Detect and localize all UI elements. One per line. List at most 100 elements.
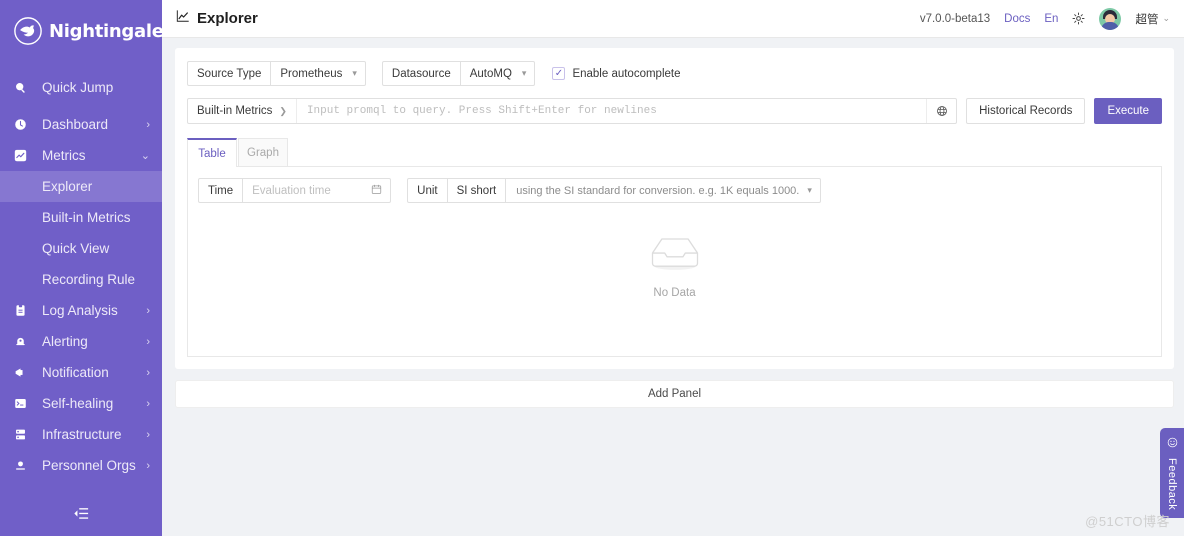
promql-row: Built-in Metrics ❯ Historical Re [187, 98, 1162, 124]
chevron-right-icon: › [146, 428, 150, 441]
search-icon [14, 81, 34, 94]
sidebar-item-explorer[interactable]: Explorer [0, 171, 162, 202]
calendar-icon [371, 182, 382, 200]
chevron-right-icon: › [146, 459, 150, 472]
unit-value[interactable]: SI short [447, 178, 507, 203]
sidebar-item-recording-rule[interactable]: Recording Rule [0, 264, 162, 295]
chevron-right-icon: › [146, 118, 150, 131]
sidebar: Nightingale Quick Jump Dashboard › Metri… [0, 0, 164, 536]
content-area: Source Type Prometheus ▾ Datasource Auto… [162, 38, 1184, 536]
unit-select[interactable]: using the SI standard for conversion. e.… [506, 178, 821, 203]
chevron-down-icon: ▾ [807, 185, 812, 195]
page-title-text: Explorer [197, 10, 258, 27]
sidebar-item-label: Metrics [42, 148, 86, 163]
collapse-sidebar-button[interactable] [0, 496, 162, 536]
unit-label: Unit [407, 178, 448, 203]
sidebar-item-quick-jump[interactable]: Quick Jump [0, 72, 162, 103]
datasource-value: AutoMQ [469, 67, 512, 80]
unit-hint-text: using the SI standard for conversion. e.… [516, 184, 800, 197]
execute-button[interactable]: Execute [1094, 98, 1162, 124]
sidebar-item-built-in-metrics[interactable]: Built-in Metrics [0, 202, 162, 233]
sidebar-item-self-healing[interactable]: Self-healing › [0, 388, 162, 419]
source-config-row: Source Type Prometheus ▾ Datasource Auto… [187, 61, 1162, 86]
collapse-sidebar-icon [73, 507, 89, 525]
built-in-metrics-label: Built-in Metrics [197, 105, 273, 117]
notification-icon [14, 366, 34, 379]
check-icon: ✓ [554, 67, 564, 79]
chevron-right-icon: › [146, 335, 150, 348]
chevron-down-icon: ▾ [352, 68, 357, 78]
promql-input-group: Built-in Metrics ❯ [187, 98, 958, 124]
sidebar-item-personnel-orgs[interactable]: Personnel Orgs › [0, 450, 162, 481]
brand-logo[interactable]: Nightingale [0, 0, 164, 62]
dashboard-icon [14, 118, 34, 131]
sidebar-item-label: Personnel Orgs [42, 458, 136, 473]
smiley-icon [1167, 435, 1178, 453]
topbar-actions: v7.0.0-beta13 Docs En 超管 ⌄ [919, 7, 1170, 30]
topbar: Explorer v7.0.0-beta13 Docs En 超管 ⌄ [162, 0, 1184, 38]
sidebar-item-label: Quick Jump [42, 80, 114, 95]
source-type-label: Source Type [187, 61, 272, 86]
empty-state-text: No Data [653, 286, 696, 299]
checkbox-box: ✓ [552, 67, 566, 80]
explorer-card: Source Type Prometheus ▾ Datasource Auto… [175, 48, 1174, 369]
enable-autocomplete-checkbox[interactable]: ✓ Enable autocomplete [552, 67, 681, 80]
historical-records-button[interactable]: Historical Records [966, 98, 1086, 124]
result-tabs: Table Graph [187, 138, 1162, 167]
sidebar-item-notification[interactable]: Notification › [0, 357, 162, 388]
sidebar-item-infrastructure[interactable]: Infrastructure › [0, 419, 162, 450]
avatar[interactable] [1099, 7, 1122, 30]
globe-icon[interactable] [926, 99, 956, 123]
page-title: Explorer [176, 9, 258, 28]
sidebar-item-log-analysis[interactable]: Log Analysis › [0, 295, 162, 326]
feedback-label: Feedback [1166, 458, 1178, 511]
sidebar-item-label: Built-in Metrics [42, 210, 131, 225]
main-area: Explorer v7.0.0-beta13 Docs En 超管 ⌄ Sour… [162, 0, 1184, 536]
app-root: Nightingale Quick Jump Dashboard › Metri… [0, 0, 1184, 536]
terminal-icon [14, 397, 34, 410]
empty-inbox-icon [645, 234, 705, 278]
version-label: v7.0.0-beta13 [919, 12, 991, 25]
sidebar-item-label: Alerting [42, 334, 88, 349]
add-panel-button[interactable]: Add Panel [175, 380, 1174, 408]
sidebar-item-quick-view[interactable]: Quick View [0, 233, 162, 264]
docs-link[interactable]: Docs [1004, 13, 1030, 25]
datasource-select[interactable]: AutoMQ ▾ [460, 61, 536, 86]
empty-state: No Data [198, 203, 1151, 329]
sidebar-item-alerting[interactable]: Alerting › [0, 326, 162, 357]
evaluation-time-placeholder: Evaluation time [252, 184, 331, 197]
built-in-metrics-picker[interactable]: Built-in Metrics ❯ [188, 99, 297, 123]
chevron-right-icon: › [146, 366, 150, 379]
tab-table[interactable]: Table [187, 138, 237, 167]
gear-icon[interactable] [1072, 12, 1085, 25]
brand-name: Nightingale [49, 20, 164, 42]
alerting-icon [14, 335, 34, 348]
sidebar-item-label: Recording Rule [42, 272, 136, 287]
evaluation-time-input[interactable]: Evaluation time [243, 178, 392, 203]
chevron-down-icon: ⌄ [140, 150, 150, 162]
unit-group: Unit SI short using the SI standard for … [407, 178, 821, 203]
sidebar-item-label: Dashboard [42, 117, 109, 132]
user-icon [14, 459, 34, 472]
language-switch[interactable]: En [1044, 13, 1058, 25]
chevron-down-icon: ⌄ [1162, 13, 1170, 23]
promql-input[interactable] [296, 99, 927, 123]
sidebar-item-label: Quick View [42, 241, 110, 256]
source-type-select[interactable]: Prometheus ▾ [271, 61, 366, 86]
feedback-tab[interactable]: Feedback [1160, 428, 1184, 518]
watermark: @51CTO博客 [1085, 514, 1170, 529]
source-type-group: Source Type Prometheus ▾ [187, 61, 366, 86]
sidebar-item-dashboard[interactable]: Dashboard › [0, 109, 162, 140]
username-label: 超管 [1135, 13, 1159, 26]
chevron-down-icon: ▾ [521, 68, 527, 78]
tab-graph[interactable]: Graph [238, 138, 288, 166]
metrics-icon [14, 149, 34, 162]
chart-line-icon [176, 9, 190, 28]
sidebar-item-label: Infrastructure [42, 427, 122, 442]
sidebar-nav: Quick Jump Dashboard › Metrics ⌄ Explore… [0, 62, 162, 496]
enable-autocomplete-label: Enable autocomplete [572, 67, 681, 80]
sidebar-item-metrics[interactable]: Metrics ⌄ [0, 140, 162, 171]
user-menu[interactable]: 超管 ⌄ [1135, 11, 1170, 27]
dove-logo-icon [14, 17, 42, 45]
sidebar-item-label: Log Analysis [42, 303, 118, 318]
